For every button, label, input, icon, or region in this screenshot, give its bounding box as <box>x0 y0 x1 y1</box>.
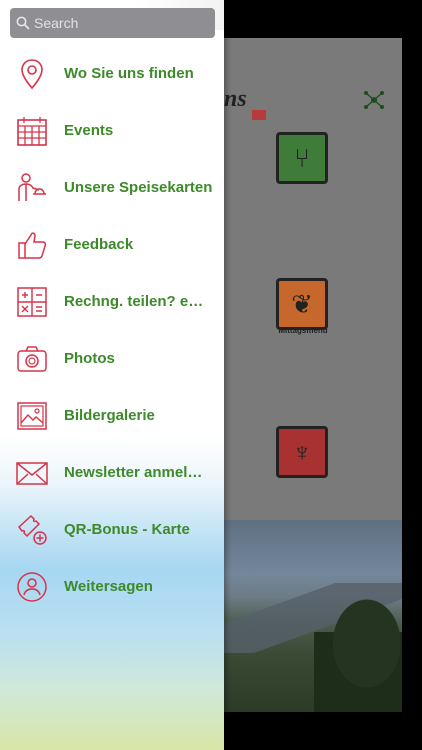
share-person-icon <box>14 569 50 605</box>
menu-item-label: Unsere Speisekarten <box>64 179 213 196</box>
fork-icon: ⑂ <box>294 142 310 173</box>
restaurant-logo: ns <box>224 86 247 112</box>
background-app: ns <box>224 0 422 750</box>
menu-item-label: Weitersagen <box>64 578 153 595</box>
envelope-icon <box>14 455 50 491</box>
search-icon <box>16 16 30 30</box>
menu-item-feedback[interactable]: Feedback <box>0 216 224 273</box>
trees-shape <box>314 598 402 712</box>
menu-item-newsletter[interactable]: Newsletter anmel… <box>0 444 224 501</box>
camera-icon <box>14 341 50 377</box>
menu-item-weitersagen[interactable]: Weitersagen <box>0 558 224 615</box>
swiss-flag-icon <box>252 110 266 120</box>
search-bar[interactable]: Search <box>10 8 215 38</box>
menu-item-label: Photos <box>64 350 115 367</box>
menu-tile-pepper[interactable]: ❦ <box>276 278 328 330</box>
wine-glass-icon: ♆ <box>292 436 312 467</box>
calculator-icon <box>14 284 50 320</box>
menu-item-label: Events <box>64 122 114 139</box>
location-pin-icon <box>14 56 50 92</box>
menu-item-label: Newsletter anmel… <box>64 464 203 481</box>
menu-item-location[interactable]: Wo Sie uns finden <box>0 45 224 102</box>
menu-tile-fork[interactable]: ⑂ <box>276 132 328 184</box>
side-drawer: Search Wo Sie uns finden Events Unsere S… <box>0 0 224 750</box>
share-network-icon[interactable] <box>362 88 386 112</box>
menu-tile-wine[interactable]: ♆ <box>276 426 328 478</box>
menu-item-rechnung[interactable]: Rechng. teilen? e… <box>0 273 224 330</box>
calendar-icon <box>14 113 50 149</box>
image-gallery-icon <box>14 398 50 434</box>
menu-item-events[interactable]: Events <box>0 102 224 159</box>
menu-item-label: Bildergalerie <box>64 407 155 424</box>
qr-ticket-icon <box>14 512 50 548</box>
menu-item-label: Feedback <box>64 236 134 253</box>
menu-item-speisekarten[interactable]: Unsere Speisekarten <box>0 159 224 216</box>
menu-item-label: Rechng. teilen? e… <box>64 293 204 310</box>
tile-label-mittagsmenu: Mittagsmenü <box>278 326 328 335</box>
pepper-icon: ❦ <box>291 288 313 319</box>
menu-item-photos[interactable]: Photos <box>0 330 224 387</box>
menu-item-label: Wo Sie uns finden <box>64 65 194 82</box>
menu-item-label: QR-Bonus - Karte <box>64 521 190 538</box>
search-input[interactable]: Search <box>34 15 78 31</box>
waiter-icon <box>14 170 50 206</box>
thumbs-up-icon <box>14 227 50 263</box>
menu-item-qr-bonus[interactable]: QR-Bonus - Karte <box>0 501 224 558</box>
menu-item-bildergalerie[interactable]: Bildergalerie <box>0 387 224 444</box>
